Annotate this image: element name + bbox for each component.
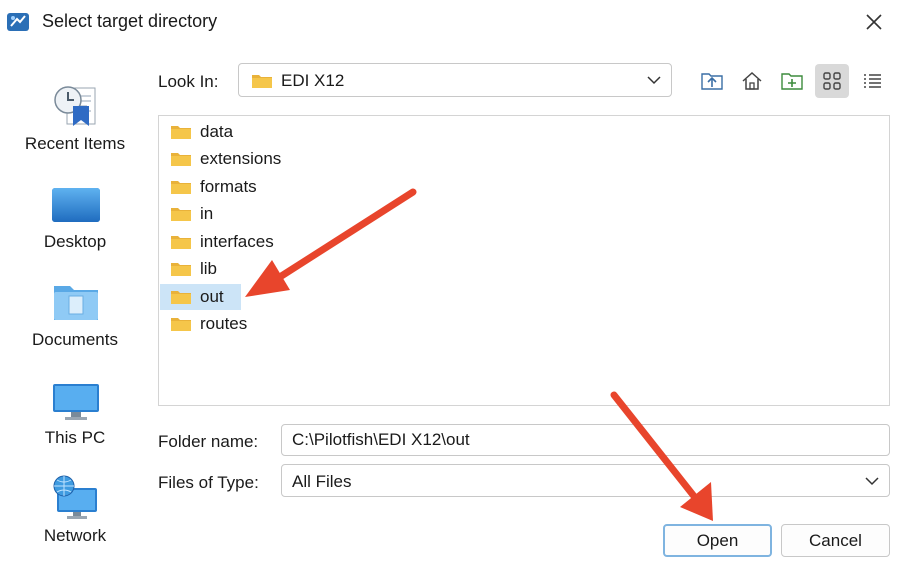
file-name: in (200, 204, 214, 223)
list-item[interactable]: lib (160, 256, 230, 282)
grid-view-icon (823, 72, 841, 90)
list-item[interactable]: routes (160, 311, 270, 337)
cancel-button[interactable]: Cancel (781, 524, 890, 557)
sidebar-item-label: Network (43, 526, 107, 545)
folder-icon (252, 75, 272, 88)
sidebar-item-label: Documents (32, 330, 118, 349)
file-name: interfaces (200, 232, 274, 251)
list-item[interactable]: in (160, 201, 230, 227)
look-in-value: EDI X12 (281, 71, 345, 90)
up-folder-icon (701, 73, 723, 90)
look-in-label: Look In: (158, 72, 219, 91)
sidebar-item-recent-items[interactable]: Recent Items (0, 72, 150, 168)
open-button[interactable]: Open (663, 524, 772, 557)
files-of-type-value: All Files (292, 472, 352, 491)
folder-icon (171, 318, 191, 331)
new-folder-button[interactable] (775, 64, 809, 98)
sidebar-item-desktop[interactable]: Desktop (0, 170, 150, 266)
title-bar: Select target directory (0, 0, 900, 44)
new-folder-icon (781, 73, 803, 90)
recent-items-icon (54, 86, 96, 126)
folder-icon (171, 263, 191, 276)
this-pc-icon (53, 384, 99, 420)
folder-icon (171, 208, 191, 221)
app-icon (7, 13, 29, 31)
folder-icon (171, 181, 191, 194)
file-list[interactable]: data extensions formats in interfaces li… (158, 115, 890, 406)
list-item-selected[interactable]: out (160, 284, 241, 310)
file-name: out (200, 287, 224, 306)
folder-name-label: Folder name: (158, 432, 259, 451)
file-name: lib (200, 259, 218, 278)
file-name: extensions (200, 149, 282, 168)
sidebar-item-label: This PC (44, 428, 106, 447)
window-title: Select target directory (42, 11, 218, 31)
up-one-level-button[interactable] (695, 64, 729, 98)
places-sidebar: Recent Items Desktop Documents This PC N… (0, 44, 150, 570)
desktop-icon (52, 188, 100, 222)
list-view-button[interactable] (855, 64, 889, 98)
files-of-type-dropdown[interactable]: All Files (281, 464, 890, 497)
annotation-arrow-open (610, 391, 713, 521)
list-view-icon (864, 74, 881, 88)
documents-icon (54, 286, 98, 320)
home-button[interactable] (735, 64, 769, 98)
sidebar-item-this-pc[interactable]: This PC (0, 366, 150, 462)
network-icon (53, 475, 97, 519)
list-item[interactable]: extensions (160, 146, 300, 172)
home-icon (742, 71, 762, 90)
sidebar-item-documents[interactable]: Documents (0, 268, 150, 364)
list-item[interactable]: formats (160, 174, 280, 200)
folder-icon (171, 126, 191, 139)
look-in-dropdown[interactable]: EDI X12 (238, 63, 672, 97)
sidebar-item-label: Recent Items (24, 134, 126, 153)
chevron-down-icon (865, 477, 879, 486)
file-name: formats (200, 177, 257, 196)
files-of-type-label: Files of Type: (158, 473, 259, 492)
grid-view-button[interactable] (815, 64, 849, 98)
close-button[interactable] (848, 0, 900, 44)
folder-name-input[interactable] (281, 424, 890, 456)
list-item[interactable]: interfaces (160, 229, 290, 255)
folder-icon (171, 153, 191, 166)
close-icon (866, 14, 882, 30)
folder-icon (171, 236, 191, 249)
folder-icon (171, 291, 191, 304)
sidebar-item-label: Desktop (43, 232, 107, 251)
chevron-down-icon (647, 76, 661, 85)
file-name: routes (200, 314, 248, 333)
list-item[interactable]: data (160, 119, 270, 145)
sidebar-item-network[interactable]: Network (0, 464, 150, 560)
file-name: data (200, 122, 234, 141)
